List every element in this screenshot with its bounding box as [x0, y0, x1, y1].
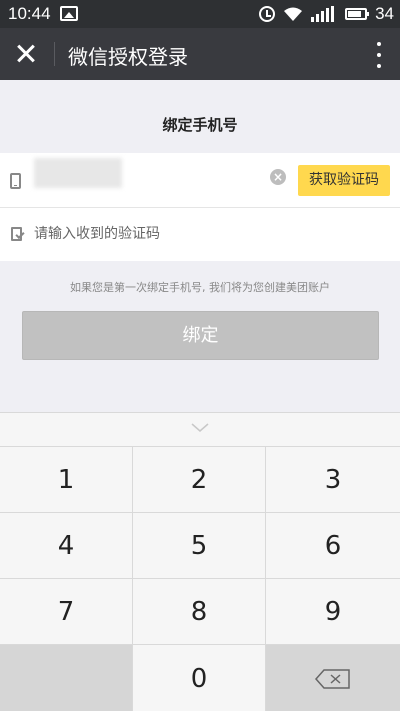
close-button[interactable] — [12, 39, 42, 69]
more-dot-icon — [377, 53, 381, 57]
status-bar: 10:44 34 — [0, 0, 400, 28]
chevron-down-icon — [191, 423, 209, 432]
page-title: 绑定手机号 — [162, 116, 238, 134]
key-3[interactable]: 3 — [266, 446, 400, 512]
keypad-collapse-handle[interactable] — [0, 413, 400, 447]
key-7[interactable]: 7 — [0, 578, 133, 644]
phone-icon — [10, 173, 21, 189]
verify-code-icon — [11, 227, 22, 241]
key-2[interactable]: 2 — [133, 446, 266, 512]
nav-bar: 微信授权登录 — [0, 28, 400, 80]
nav-title: 微信授权登录 — [68, 45, 188, 69]
bind-form: × 获取验证码 — [0, 153, 400, 261]
nav-divider — [54, 42, 55, 66]
battery-level: 34 — [375, 4, 394, 23]
key-9[interactable]: 9 — [266, 578, 400, 644]
verify-code-input[interactable] — [34, 223, 374, 245]
more-dot-icon — [377, 64, 381, 68]
status-indicators: 34 — [259, 4, 394, 24]
phone-number-field[interactable] — [34, 158, 122, 188]
wifi-icon — [284, 7, 303, 21]
key-backspace[interactable] — [266, 644, 400, 711]
key-5[interactable]: 5 — [133, 512, 266, 578]
alarm-icon — [259, 6, 276, 22]
battery-icon — [345, 8, 370, 20]
key-blank — [0, 644, 133, 711]
keypad-keys: 1 2 3 4 5 6 7 8 9 0 — [0, 446, 400, 711]
bind-button[interactable]: 绑定 — [22, 311, 379, 360]
more-dot-icon — [377, 42, 381, 46]
signal-icon — [311, 6, 335, 22]
image-notification-icon — [60, 6, 78, 21]
hint-text: 如果您是第一次绑定手机号, 我们将为您创建美团账户 — [70, 281, 330, 294]
status-time: 10:44 — [8, 4, 51, 23]
more-menu-button[interactable] — [374, 42, 384, 68]
get-code-button[interactable]: 获取验证码 — [298, 165, 390, 196]
row-divider — [0, 207, 400, 208]
numeric-keypad: 1 2 3 4 5 6 7 8 9 0 — [0, 412, 400, 711]
backspace-icon — [314, 668, 350, 689]
key-8[interactable]: 8 — [133, 578, 266, 644]
key-0[interactable]: 0 — [133, 644, 266, 711]
key-4[interactable]: 4 — [0, 512, 133, 578]
key-6[interactable]: 6 — [266, 512, 400, 578]
clear-input-icon[interactable]: × — [270, 169, 286, 185]
key-1[interactable]: 1 — [0, 446, 133, 512]
